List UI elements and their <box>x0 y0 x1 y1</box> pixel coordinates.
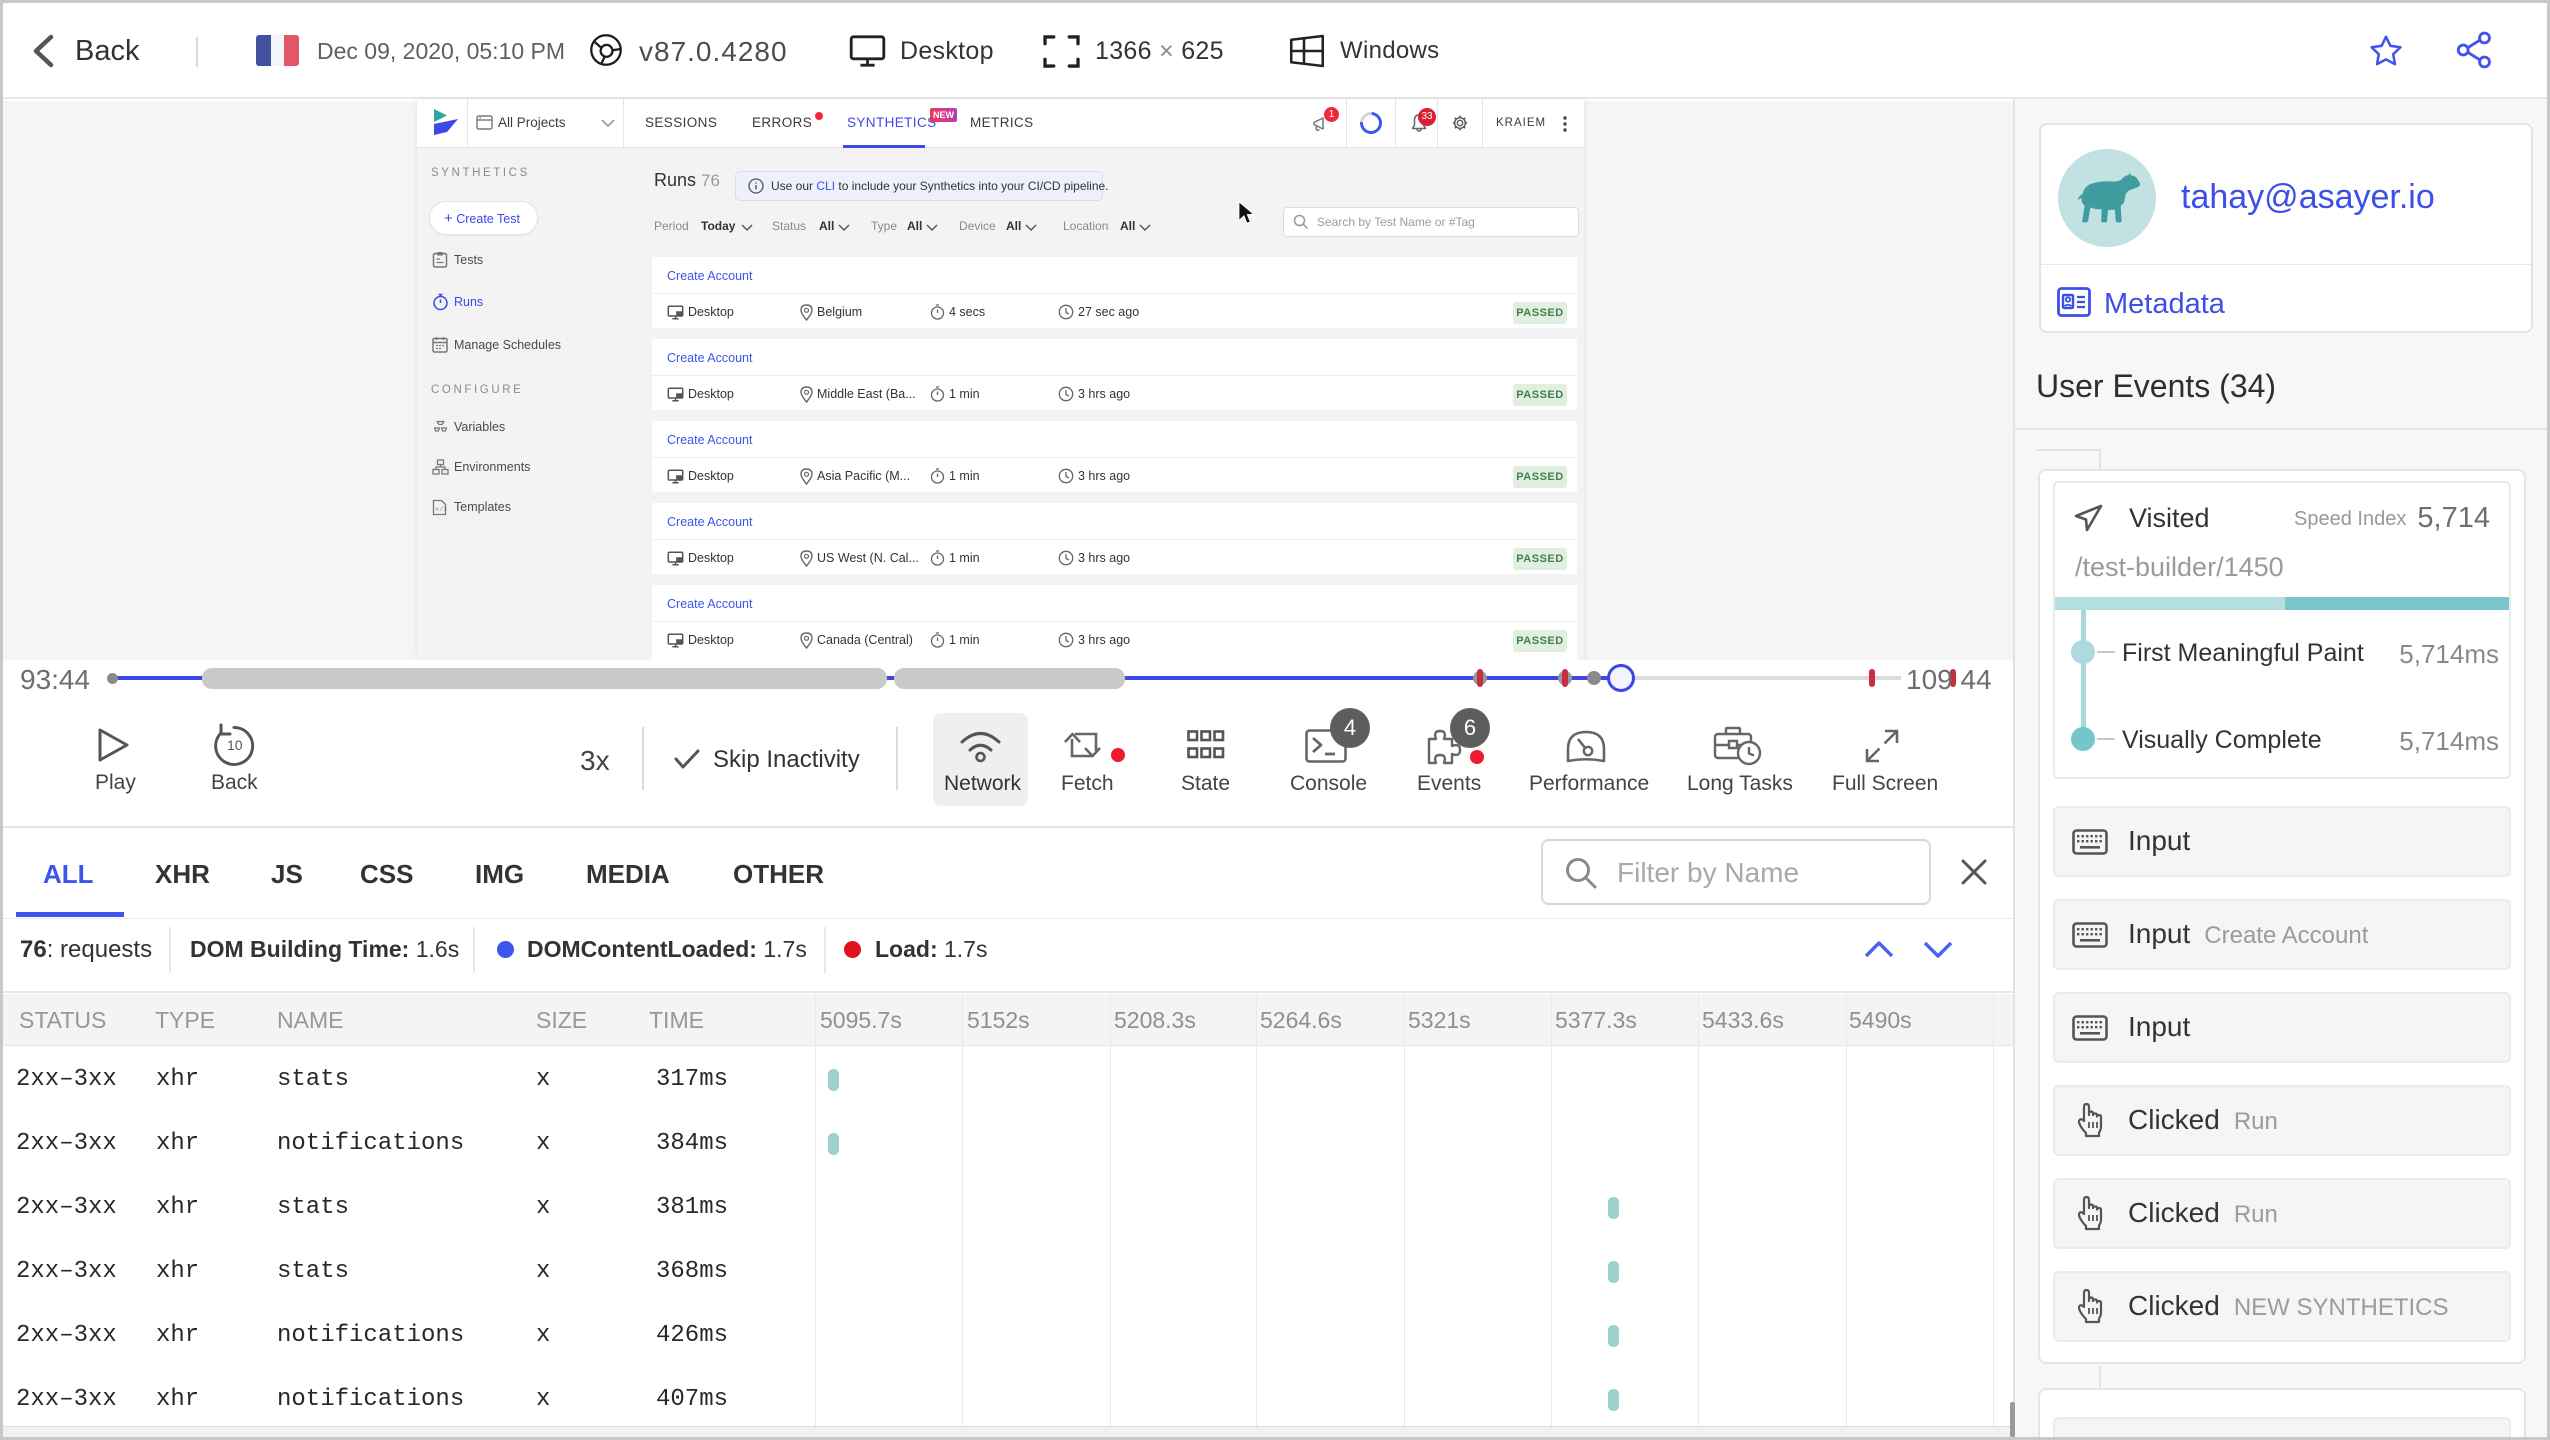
svg-text:10: 10 <box>227 737 243 753</box>
svg-text:</>: </> <box>435 506 447 513</box>
